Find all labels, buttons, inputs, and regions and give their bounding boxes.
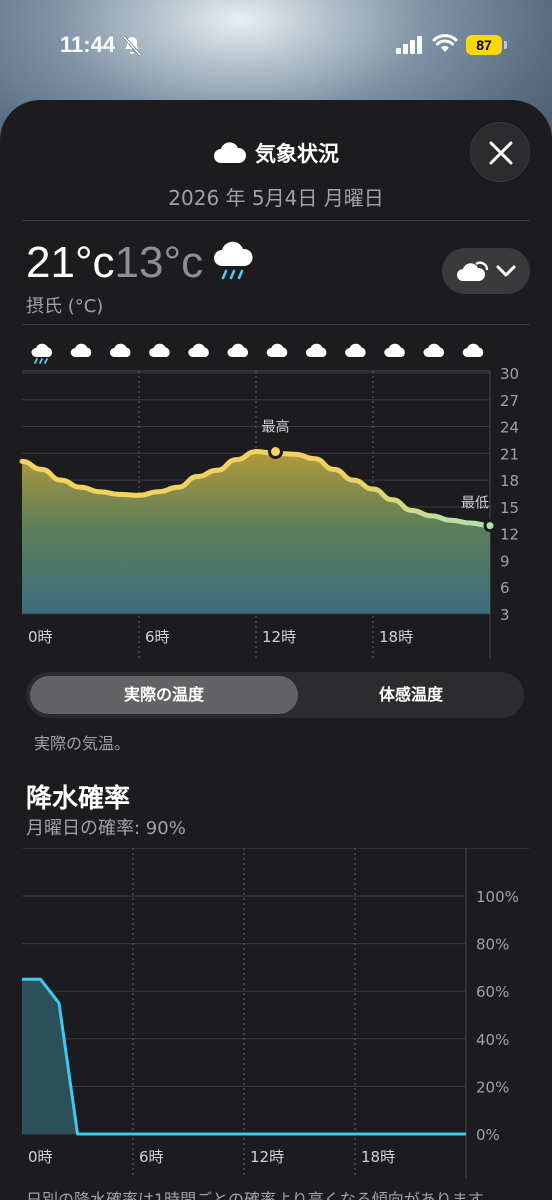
divider (22, 220, 530, 221)
y-tick-label: 15 (500, 499, 519, 517)
cloud-icon (423, 343, 445, 357)
hourly-icons (31, 343, 484, 364)
temperature-chart-svg: 30 27 24 21 18 15 12 9 6 3 最高最低 0時 6時 12時 18時 (19, 343, 519, 658)
cloud-shape (149, 343, 170, 357)
segment-actual-temperature[interactable]: 実際の温度 (30, 676, 298, 714)
cloud-shape (384, 343, 405, 357)
y-tick-label: 30 (500, 365, 519, 383)
close-icon (489, 141, 513, 165)
cloud-shape (70, 343, 92, 357)
cloud-icon (305, 343, 327, 357)
min-label: 最低 (461, 496, 489, 512)
x-tick-label: 6時 (145, 628, 170, 646)
cloud-shape (31, 343, 53, 357)
precipitation-title: 降水確率 (26, 784, 131, 814)
y-tick-label: 12 (500, 526, 519, 544)
cloud-icon (227, 343, 249, 357)
y-tick-label: 0% (476, 1126, 500, 1144)
y-tick-label: 40% (476, 1031, 509, 1049)
status-time: 11:44 (60, 32, 116, 57)
y-tick-label: 21 (500, 445, 519, 463)
x-tick-label: 0時 (28, 1148, 53, 1166)
precipitation-footnote: 日別の降水確率は1時間ごとの確率より高くなる傾向があります。 (26, 1190, 499, 1200)
wifi-icon (432, 34, 458, 52)
y-tick-label: 6 (500, 579, 510, 597)
max-label: 最高 (262, 419, 290, 436)
temp-low: 13°c (114, 238, 204, 287)
chevron-down-icon (496, 265, 516, 277)
cloud-rain-icon (31, 343, 53, 364)
y-tick-label: 20% (476, 1078, 509, 1096)
cloud-icon (266, 343, 288, 357)
temperature-area (22, 451, 490, 614)
y-tick-label: 18 (500, 472, 519, 490)
cloud-icon (345, 343, 366, 357)
cloud-shape (227, 343, 249, 357)
rain-drop (34, 358, 38, 364)
rain-drop (44, 358, 48, 364)
y-tick-label: 3 (500, 606, 510, 624)
cloud-shape (462, 343, 484, 357)
precipitation-chart-svg: 100% 80% 60% 40% 20% 0% 0時 6時 12時 18時 (22, 847, 530, 1178)
cellular-signal-icon (396, 36, 422, 54)
cloud-icon (70, 343, 92, 357)
cloud-icon (109, 343, 131, 357)
x-tick-label: 6時 (139, 1148, 164, 1166)
unit-label: 摂氏 (°C) (26, 296, 104, 317)
x-tick-label: 18時 (361, 1148, 395, 1166)
segment-description: 実際の気温。 (34, 734, 131, 753)
x-tick-label: 12時 (250, 1148, 284, 1166)
bell-off-icon (122, 36, 142, 56)
battery-indicator: 87 (466, 35, 502, 55)
y-tick-label: 80% (476, 936, 509, 954)
rain-drop (39, 358, 43, 364)
x-tick-label: 18時 (379, 628, 413, 646)
min-point-marker (483, 519, 497, 533)
y-tick-label: 100% (476, 888, 519, 906)
y-tick-label: 24 (500, 419, 519, 437)
status-bar: 11:44 87 (0, 0, 552, 90)
cloud-icon (188, 343, 209, 357)
cloud-icon (149, 343, 170, 357)
battery-nub (504, 41, 507, 49)
precipitation-line (22, 977, 466, 1136)
cloud-rain-icon (214, 241, 253, 280)
cloud-icon (462, 343, 484, 357)
x-tick-label: 12時 (262, 628, 296, 646)
precipitation-chart: 100% 80% 60% 40% 20% 0% 0時 6時 12時 18時 (0, 847, 552, 1178)
sheet-title-text: 気象状況 (255, 142, 339, 166)
cloud-sun-icon (457, 261, 489, 281)
cloud-shape (188, 343, 209, 357)
cloud-shape (109, 343, 131, 357)
x-tick-label: 0時 (28, 628, 53, 646)
temperature-mode-segmented-control: 実際の温度 体感温度 (26, 672, 524, 718)
precipitation-area (22, 979, 466, 1134)
cloud-icon (214, 142, 247, 163)
condition-picker-button[interactable] (442, 248, 530, 294)
temperature-chart: 30 27 24 21 18 15 12 9 6 3 最高最低 0時 6時 12時 18時 (0, 326, 552, 658)
max-point-marker (268, 444, 283, 460)
y-tick-label: 9 (500, 552, 510, 570)
cloud-shape (423, 343, 445, 357)
y-tick-label: 60% (476, 983, 509, 1001)
temp-high: 21°c (26, 238, 115, 287)
divider (22, 324, 530, 325)
cloud-shape (345, 343, 366, 357)
cloud-shape (305, 343, 327, 357)
close-button[interactable] (470, 122, 530, 182)
sheet-date: 2026 年 5月4日 月曜日 (168, 186, 384, 210)
segment-feels-like[interactable]: 体感温度 (302, 676, 520, 714)
cloud-shape (266, 343, 288, 357)
precipitation-subtitle: 月曜日の確率: 90% (26, 818, 186, 839)
y-tick-label: 27 (500, 392, 519, 410)
cloud-icon (384, 343, 405, 357)
temperature-summary: 21°c13°c (26, 238, 203, 298)
